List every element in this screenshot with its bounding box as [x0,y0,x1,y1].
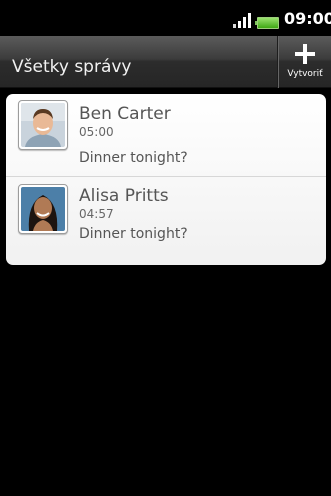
compose-label: Vytvoriť [287,69,323,79]
message-thread-ben-carter[interactable]: Ben Carter 05:00 Dinner tonight? [6,94,326,177]
message-thread-alisa-pritts[interactable]: Alisa Pritts 04:57 Dinner tonight? [6,179,326,261]
status-time: 09:00 [284,9,331,28]
message-time: 05:00 [79,125,114,139]
compose-button[interactable]: Vytvoriť [277,36,331,88]
contact-name: Ben Carter [79,104,171,124]
page-title: Všetky správy [12,57,132,77]
message-list: Ben Carter 05:00 Dinner tonight? Alisa P… [6,94,326,265]
battery-icon [255,17,279,29]
plus-icon [295,44,315,64]
avatar[interactable] [18,100,68,150]
contact-photo-icon [21,103,65,147]
message-preview: Dinner tonight? [79,226,188,242]
contact-name: Alisa Pritts [79,186,169,206]
status-bar: 09:00 [0,0,331,36]
title-bar: Všetky správy Vytvoriť [0,36,331,88]
divider [6,176,326,177]
signal-strength-icon [233,12,255,28]
avatar[interactable] [18,184,68,234]
message-time: 04:57 [79,207,114,221]
message-preview: Dinner tonight? [79,150,188,166]
contact-photo-icon [21,187,65,231]
